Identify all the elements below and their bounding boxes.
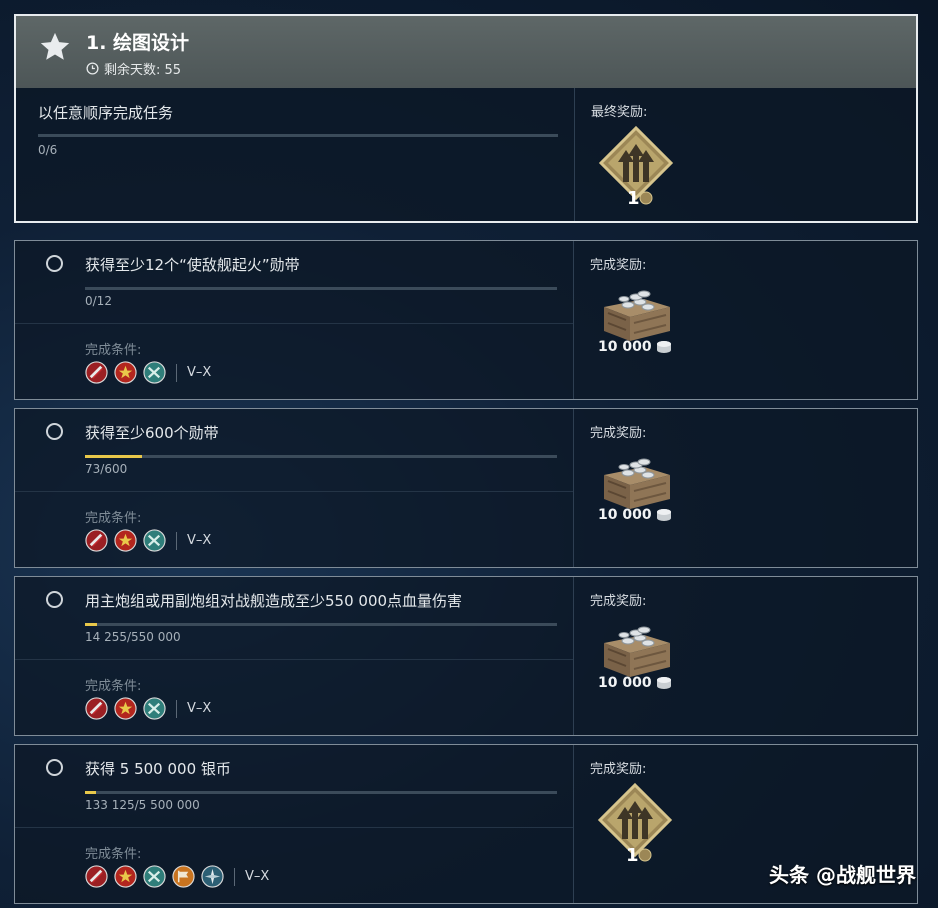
task-progress-text: 0/12 bbox=[85, 294, 112, 308]
reward-amount: 10 000 bbox=[598, 507, 672, 523]
task-progress-fill bbox=[85, 623, 98, 626]
mission-header: 1. 绘图设计 剩余天数: 55 bbox=[16, 16, 916, 88]
pan-asia-flag-icon bbox=[143, 865, 166, 888]
task-text: 获得至少12个“使敌舰起火”勋带 bbox=[85, 256, 300, 274]
usa-flag-icon bbox=[85, 697, 108, 720]
reward-amount: 10 000 bbox=[598, 675, 672, 691]
main-progress-bar bbox=[38, 134, 558, 137]
mission-title: 1. 绘图设计 bbox=[86, 32, 190, 54]
final-reward-label: 最终奖励: bbox=[591, 105, 648, 120]
conditions-label: 完成条件: bbox=[85, 847, 142, 862]
conditions-row: V–X bbox=[85, 865, 269, 888]
reward-count: 1 bbox=[626, 845, 639, 865]
tier-range: V–X bbox=[245, 869, 270, 884]
divider bbox=[15, 323, 573, 324]
ussr-flag-icon bbox=[114, 865, 137, 888]
divider bbox=[15, 659, 573, 660]
star-icon bbox=[40, 32, 70, 60]
credits-crate-icon[interactable] bbox=[598, 453, 678, 513]
usa-flag-icon bbox=[85, 529, 108, 552]
usa-flag-icon bbox=[85, 361, 108, 384]
conditions-label: 完成条件: bbox=[85, 343, 142, 358]
conditions-row: V–X bbox=[85, 529, 211, 552]
reward-area: 完成奖励: 10 000 bbox=[573, 241, 917, 399]
conditions-label: 完成条件: bbox=[85, 679, 142, 694]
reward-label: 完成奖励: bbox=[590, 594, 647, 609]
separator bbox=[176, 363, 177, 382]
ussr-flag-icon bbox=[114, 697, 137, 720]
main-task-text: 以任意顺序完成任务 bbox=[38, 104, 174, 122]
conditions-label: 完成条件: bbox=[85, 511, 142, 526]
task-text: 用主炮组或用副炮组对战舰造成至少550 000点血量伤害 bbox=[85, 592, 463, 610]
credits-crate-icon[interactable] bbox=[598, 285, 678, 345]
pan-asia-flag-icon bbox=[143, 697, 166, 720]
task-text: 获得 5 500 000 银币 bbox=[85, 760, 231, 778]
task-text: 获得至少600个勋带 bbox=[85, 424, 219, 442]
reward-area: 完成奖励: 10 000 bbox=[573, 577, 917, 735]
final-reward-area: 最终奖励: 1 bbox=[574, 88, 916, 221]
reward-label: 完成奖励: bbox=[590, 258, 647, 273]
final-reward-count: 1 bbox=[627, 188, 640, 208]
pan-asia-flag-icon bbox=[143, 361, 166, 384]
ussr-flag-icon bbox=[114, 361, 137, 384]
task-progress-bar bbox=[85, 287, 557, 290]
pan-asia-flag-icon bbox=[143, 529, 166, 552]
task-card[interactable]: 获得至少600个勋带 73/600 完成条件: V–X 完成奖励: 10 000 bbox=[14, 408, 918, 568]
task-card[interactable]: 用主炮组或用副炮组对战舰造成至少550 000点血量伤害 14 255/550 … bbox=[14, 576, 918, 736]
credits-crate-icon[interactable] bbox=[598, 621, 678, 681]
days-label: 剩余天数: 55 bbox=[104, 63, 182, 78]
reward-amount-text: 10 000 bbox=[598, 339, 652, 355]
task-progress-text: 14 255/550 000 bbox=[85, 630, 181, 644]
reward-label: 完成奖励: bbox=[590, 426, 647, 441]
reward-label: 完成奖励: bbox=[590, 762, 647, 777]
credits-coin-icon bbox=[656, 677, 671, 689]
conditions-row: V–X bbox=[85, 697, 211, 720]
days-remaining: 剩余天数: 55 bbox=[86, 59, 181, 78]
credits-coin-icon bbox=[656, 509, 671, 521]
reward-area: 完成奖励: 10 000 bbox=[573, 409, 917, 567]
divider bbox=[15, 491, 573, 492]
ussr-flag-icon bbox=[114, 529, 137, 552]
tier-range: V–X bbox=[187, 701, 212, 716]
commander-emblem-icon[interactable]: 1 bbox=[597, 124, 675, 208]
task-progress-fill bbox=[85, 455, 142, 458]
task-progress-bar bbox=[85, 791, 557, 794]
divider bbox=[15, 827, 573, 828]
task-status-radio bbox=[46, 255, 63, 272]
task-card[interactable]: 获得至少12个“使敌舰起火”勋带 0/12 完成条件: V–X 完成奖励: 10… bbox=[14, 240, 918, 400]
task-status-radio bbox=[46, 759, 63, 776]
reward-amount-text: 10 000 bbox=[598, 507, 652, 523]
task-progress-text: 73/600 bbox=[85, 462, 128, 476]
reward-amount: 10 000 bbox=[598, 339, 672, 355]
reward-amount-text: 10 000 bbox=[598, 675, 652, 691]
compass-icon bbox=[201, 865, 224, 888]
main-task-area: 以任意顺序完成任务 0/6 bbox=[16, 88, 574, 223]
task-progress-bar bbox=[85, 455, 557, 458]
tier-range: V–X bbox=[187, 365, 212, 380]
usa-flag-icon bbox=[85, 865, 108, 888]
netherlands-flag-icon bbox=[172, 865, 195, 888]
separator bbox=[234, 867, 235, 886]
clock-icon bbox=[86, 62, 99, 75]
task-progress-text: 133 125/5 500 000 bbox=[85, 798, 200, 812]
tier-range: V–X bbox=[187, 533, 212, 548]
task-status-radio bbox=[46, 591, 63, 608]
watermark: 头条 @战舰世界 bbox=[769, 863, 916, 887]
commander-emblem-icon[interactable]: 1 bbox=[596, 781, 674, 865]
task-progress-fill bbox=[85, 791, 97, 794]
task-status-radio bbox=[46, 423, 63, 440]
separator bbox=[176, 531, 177, 550]
task-progress-bar bbox=[85, 623, 557, 626]
mission-card: 1. 绘图设计 剩余天数: 55 以任意顺序完成任务 0/6 最终奖励: 1 bbox=[14, 14, 918, 223]
credits-coin-icon bbox=[656, 341, 671, 353]
main-progress-text: 0/6 bbox=[38, 143, 58, 157]
separator bbox=[176, 699, 177, 718]
conditions-row: V–X bbox=[85, 361, 211, 384]
